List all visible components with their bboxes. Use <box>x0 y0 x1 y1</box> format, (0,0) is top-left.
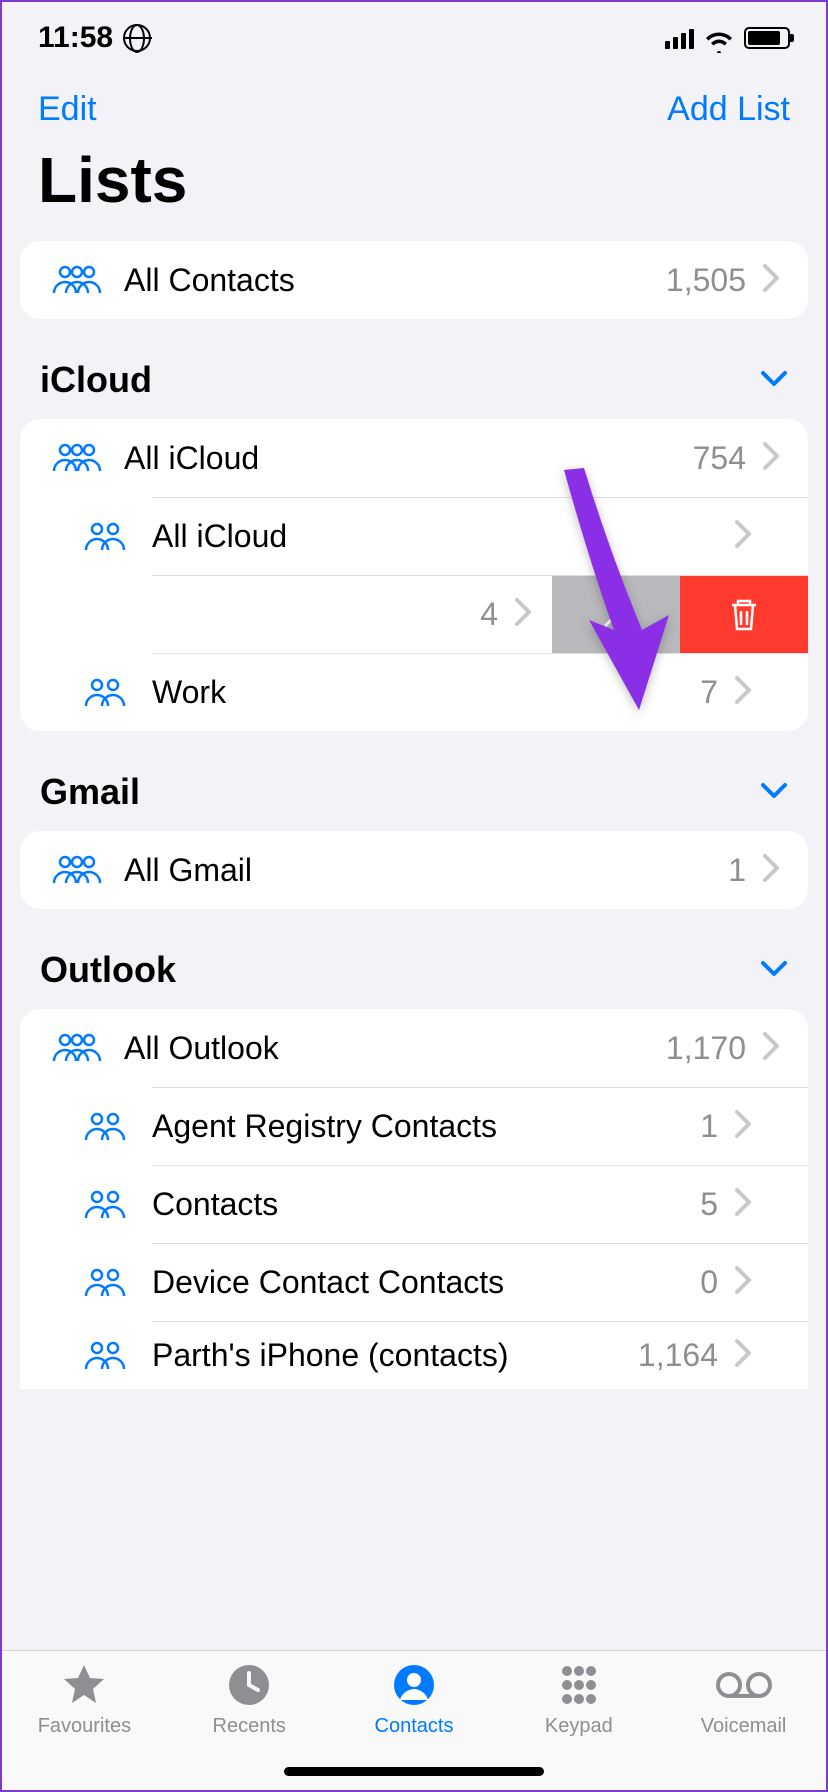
gmail-card: All Gmail 1 <box>20 831 808 909</box>
row-label: All iCloud <box>124 440 693 477</box>
swiped-list-row[interactable]: 4 <box>152 575 808 653</box>
tab-voicemail[interactable]: Voicemail <box>661 1661 826 1790</box>
people-icon <box>76 520 134 554</box>
row-label: All Contacts <box>124 262 666 299</box>
row-count: 1 <box>728 852 746 889</box>
list-row[interactable]: Parth's iPhone (contacts) 1,164 <box>152 1321 808 1389</box>
row-count: 754 <box>693 440 746 477</box>
people-icon <box>48 263 106 297</box>
delete-swipe-button[interactable] <box>680 576 808 654</box>
row-label: Contacts <box>152 1186 700 1223</box>
all-contacts-row[interactable]: All Contacts 1,505 <box>20 241 808 319</box>
tab-favourites[interactable]: Favourites <box>2 1661 167 1790</box>
page-title: Lists <box>2 139 826 241</box>
people-icon <box>48 1031 106 1065</box>
list-row[interactable]: Device Contact Contacts 0 <box>152 1243 808 1321</box>
status-time: 11:58 <box>38 21 113 55</box>
list-row[interactable]: All iCloud <box>152 497 808 575</box>
chevron-right-icon <box>734 1265 752 1300</box>
chevron-right-icon <box>734 675 752 710</box>
icloud-card: All iCloud 754 All iCloud 4 Work 7 <box>20 419 808 731</box>
section-header-outlook[interactable]: Outlook <box>2 909 826 1009</box>
list-row[interactable]: All Gmail 1 <box>20 831 808 909</box>
chevron-down-icon <box>760 959 788 982</box>
chevron-down-icon <box>760 369 788 392</box>
section-header-icloud[interactable]: iCloud <box>2 319 826 419</box>
home-indicator <box>284 1767 544 1776</box>
chevron-right-icon <box>734 1187 752 1222</box>
people-icon <box>76 1188 134 1222</box>
section-name: Gmail <box>40 771 140 813</box>
row-label: All Outlook <box>124 1030 666 1067</box>
list-row[interactable]: Agent Registry Contacts 1 <box>152 1087 808 1165</box>
people-icon <box>76 1266 134 1300</box>
chevron-right-icon <box>514 597 532 632</box>
tab-label: Recents <box>213 1715 286 1738</box>
row-count: 1 <box>700 1108 718 1145</box>
tab-label: Favourites <box>38 1715 131 1738</box>
row-count: 7 <box>700 674 718 711</box>
chevron-down-icon <box>760 781 788 804</box>
row-label: Work <box>152 674 700 711</box>
row-count: 4 <box>480 596 498 633</box>
clock-icon <box>227 1661 271 1709</box>
outlook-card: All Outlook 1,170 Agent Registry Contact… <box>20 1009 808 1389</box>
edit-button[interactable]: Edit <box>38 90 97 129</box>
section-header-gmail[interactable]: Gmail <box>2 731 826 831</box>
chevron-right-icon <box>762 853 780 888</box>
list-row[interactable]: Contacts 5 <box>152 1165 808 1243</box>
status-bar: 11:58 <box>2 2 826 66</box>
section-name: Outlook <box>40 949 176 991</box>
row-count: 1,170 <box>666 1030 746 1067</box>
row-count: 5 <box>700 1186 718 1223</box>
list-row[interactable]: All Outlook 1,170 <box>20 1009 808 1087</box>
tab-label: Contacts <box>375 1715 454 1738</box>
chevron-right-icon <box>734 519 752 554</box>
tab-label: Keypad <box>545 1715 613 1738</box>
star-icon <box>61 1661 107 1709</box>
row-label: Device Contact Contacts <box>152 1264 700 1301</box>
chevron-right-icon <box>762 441 780 476</box>
cellular-icon <box>665 27 694 49</box>
row-label: All Gmail <box>124 852 728 889</box>
people-icon <box>48 441 106 475</box>
battery-icon <box>744 27 790 49</box>
voicemail-icon <box>716 1661 772 1709</box>
list-row[interactable]: All iCloud 754 <box>20 419 808 497</box>
wifi-icon <box>704 27 734 49</box>
row-count: 1,505 <box>666 262 746 299</box>
add-list-button[interactable]: Add List <box>667 90 790 129</box>
row-label: All iCloud <box>152 518 734 555</box>
contact-icon <box>392 1661 436 1709</box>
chevron-right-icon <box>762 263 780 298</box>
people-icon <box>76 676 134 710</box>
keypad-icon <box>557 1661 601 1709</box>
chevron-right-icon <box>734 1338 752 1373</box>
people-icon <box>48 853 106 887</box>
chevron-right-icon <box>762 1031 780 1066</box>
people-icon <box>76 1110 134 1144</box>
globe-icon <box>123 24 151 52</box>
people-icon <box>76 1339 134 1373</box>
tab-label: Voicemail <box>701 1715 787 1738</box>
section-name: iCloud <box>40 359 152 401</box>
row-count: 1,164 <box>638 1337 718 1374</box>
all-contacts-card: All Contacts 1,505 <box>20 241 808 319</box>
row-count: 0 <box>700 1264 718 1301</box>
chevron-right-icon <box>734 1109 752 1144</box>
nav-bar: Edit Add List <box>2 66 826 139</box>
edit-swipe-button[interactable] <box>552 576 680 654</box>
list-row[interactable]: Work 7 <box>152 653 808 731</box>
row-label: Parth's iPhone (contacts) <box>152 1337 638 1374</box>
row-label: Agent Registry Contacts <box>152 1108 700 1145</box>
